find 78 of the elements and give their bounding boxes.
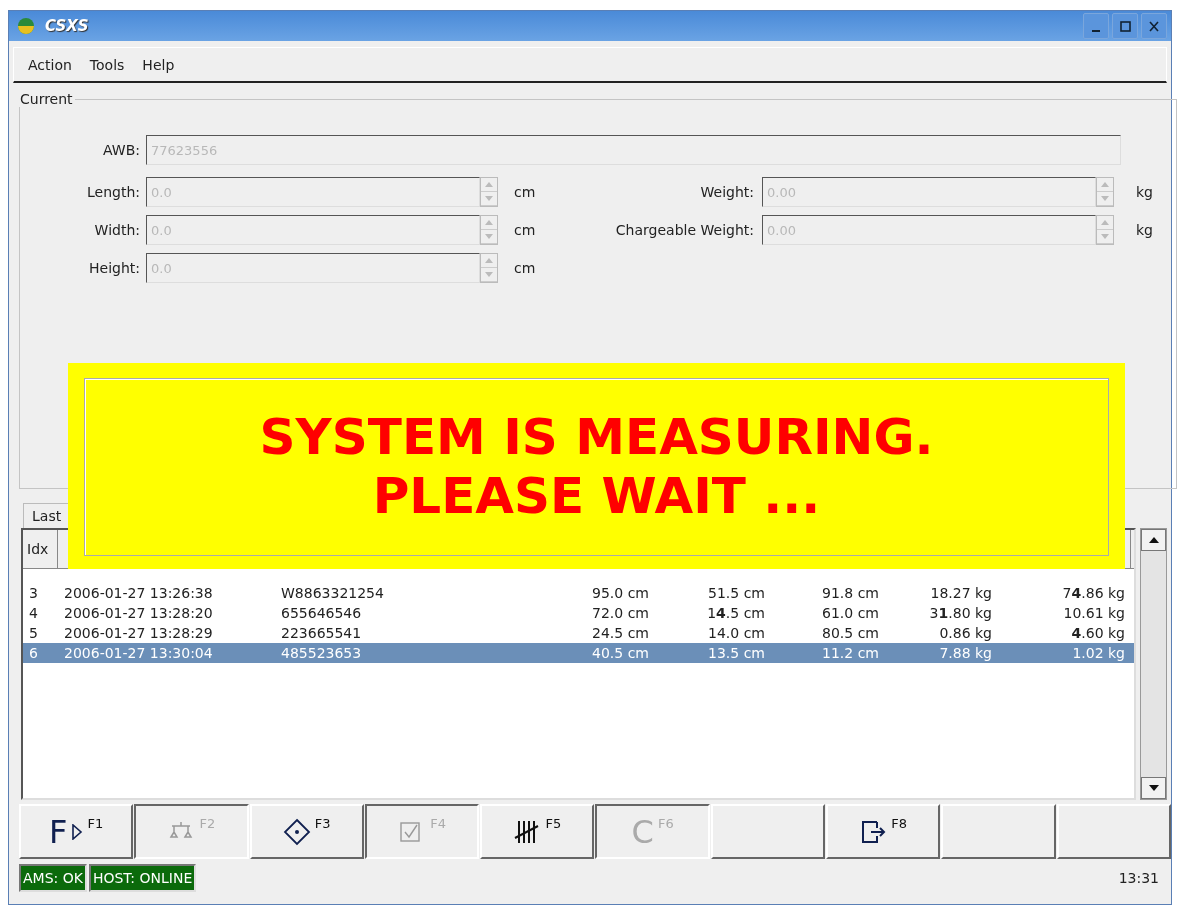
down-arrow-icon bbox=[1148, 785, 1159, 791]
table-cell-text: 2006-01-27 13:30:04 bbox=[63, 645, 214, 661]
table-cell-text: 13.5 cm bbox=[707, 645, 766, 661]
status-indicator: HOST: ONLINE bbox=[88, 864, 197, 892]
column-header: Idx bbox=[23, 530, 58, 568]
tab[interactable]: Last bbox=[23, 503, 71, 528]
function-key-button[interactable] bbox=[941, 804, 1056, 859]
table-cell-text: 91.8 cm bbox=[821, 585, 880, 601]
unit-label: kg bbox=[1135, 184, 1154, 200]
group-title: Current bbox=[19, 91, 74, 107]
minimize-button[interactable] bbox=[1083, 13, 1109, 39]
overlay-message: PLEASE WAIT ... bbox=[372, 469, 821, 524]
function-key-button[interactable] bbox=[1056, 804, 1171, 859]
table-cell-text: 61.0 cm bbox=[821, 605, 880, 621]
function-key-button[interactable]: F3 bbox=[249, 804, 364, 859]
menu-item[interactable]: Action bbox=[26, 54, 74, 75]
table-cell-text: 485523653 bbox=[280, 645, 363, 661]
table-cell-text: 223665541 bbox=[280, 625, 363, 641]
table-cell-text: 10.61 kg bbox=[1062, 605, 1126, 621]
close-button[interactable] bbox=[1141, 13, 1167, 39]
table-cell-text: 4.60 kg bbox=[1070, 625, 1126, 641]
table-cell-text: 14.0 cm bbox=[707, 625, 766, 641]
table-cell-text: 80.5 cm bbox=[821, 625, 880, 641]
table-cell-text: 31.80 kg bbox=[928, 605, 993, 621]
table-cell-text: 2006-01-27 13:28:20 bbox=[63, 605, 214, 621]
table-cell-text: 3 bbox=[28, 585, 39, 601]
minimize-icon bbox=[1092, 30, 1100, 32]
function-key-button[interactable]: F F1 bbox=[19, 804, 134, 859]
table-cell-text: 2006-01-27 13:26:38 bbox=[63, 585, 214, 601]
table-cell-text: 72.0 cm bbox=[591, 605, 650, 621]
status-indicator: AMS: OK bbox=[19, 864, 87, 892]
scroll-down-button[interactable] bbox=[1141, 777, 1166, 799]
unit-label: kg bbox=[1135, 222, 1154, 238]
field-label: Width: bbox=[93, 222, 141, 238]
window-title: CSXS bbox=[45, 17, 89, 35]
function-key-button[interactable]: F5 bbox=[480, 804, 595, 859]
unit-label: cm bbox=[513, 222, 537, 238]
maximize-icon bbox=[1117, 18, 1133, 34]
menu-item[interactable]: Tools bbox=[87, 54, 127, 75]
field-label: Height: bbox=[88, 260, 141, 276]
unit-label: cm bbox=[513, 260, 537, 276]
unit-label: cm bbox=[513, 184, 537, 200]
table-cell-text: 40.5 cm bbox=[591, 645, 650, 661]
field-label: Weight: bbox=[699, 184, 755, 200]
diamond-icon bbox=[282, 817, 311, 846]
table-cell-text: 14.5 cm bbox=[706, 605, 766, 621]
scroll-up-button[interactable] bbox=[1141, 529, 1166, 551]
table-cell-text: 7.88 kg bbox=[938, 645, 993, 661]
table-row[interactable]: 5 2006-01-27 13:28:29 223665541 24.5 cm 14.0 cm 80.5 cm 0.86 kg 4.60 kg bbox=[23, 623, 1134, 643]
maximize-button[interactable] bbox=[1112, 13, 1138, 39]
table-cell-text: 6 bbox=[28, 645, 39, 661]
table-cell-text: 5 bbox=[28, 625, 39, 641]
table-cell-text: 655646546 bbox=[280, 605, 363, 621]
table-cell-text: 11.2 cm bbox=[821, 645, 880, 661]
field-label: AWB: bbox=[102, 142, 141, 158]
function-key-button[interactable]: F8 bbox=[826, 804, 941, 859]
scrollbar[interactable] bbox=[1140, 528, 1167, 800]
function-key-button[interactable] bbox=[710, 804, 826, 859]
table-cell-text: 74.86 kg bbox=[1061, 585, 1126, 601]
table-cell-text: 18.27 kg bbox=[929, 585, 993, 601]
app-icon bbox=[17, 17, 37, 35]
table-cell-text: 24.5 cm bbox=[591, 625, 650, 641]
up-arrow-icon bbox=[1148, 537, 1159, 543]
menu-item[interactable]: Help bbox=[140, 54, 177, 75]
field-label: Length: bbox=[86, 184, 141, 200]
table-row[interactable]: 3 2006-01-27 13:26:38 W8863321254 95.0 cm 51.5 cm 91.8 cm 18.27 kg 74.86 kg bbox=[23, 583, 1134, 603]
table-cell-text: 95.0 cm bbox=[591, 585, 650, 601]
table-cell-text: 4 bbox=[28, 605, 39, 621]
table-cell-text: W8863321254 bbox=[280, 585, 385, 601]
table-cell-text: 0.86 kg bbox=[938, 625, 993, 641]
field-label: Chargeable Weight: bbox=[614, 222, 755, 238]
table-row[interactable]: 4 2006-01-27 13:28:20 655646546 72.0 cm 14.5 cm 61.0 cm 31.80 kg 10.61 kg bbox=[23, 603, 1134, 623]
table-cell-text: 2006-01-27 13:28:29 bbox=[63, 625, 214, 641]
triangle-icon bbox=[71, 823, 84, 840]
status-time: 13:31 bbox=[1118, 870, 1159, 886]
table-cell-text: 1.02 kg bbox=[1071, 645, 1126, 661]
table-cell-text: 51.5 cm bbox=[707, 585, 766, 601]
overlay-message: SYSTEM IS MEASURING. bbox=[259, 410, 934, 465]
